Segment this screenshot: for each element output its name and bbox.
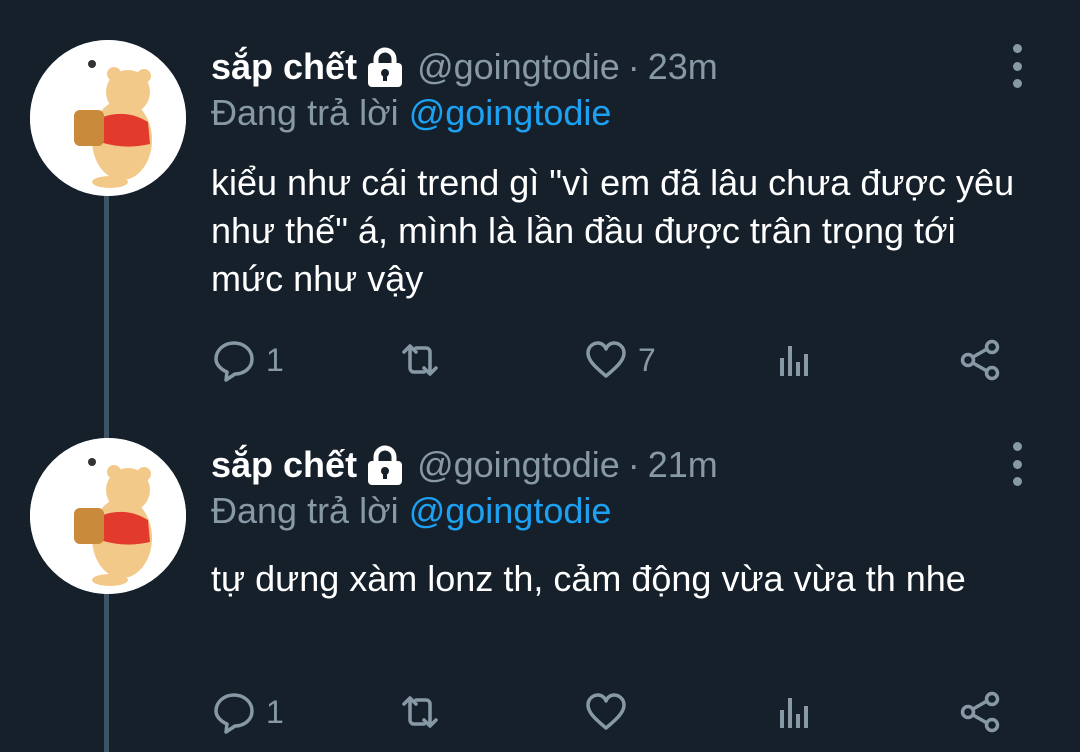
reply-icon <box>214 341 254 382</box>
share-icon <box>960 339 1000 381</box>
avatar-bear-image <box>30 438 186 594</box>
tweet-header: sắp chết @goingtodie · 21m <box>211 440 718 490</box>
analytics-button[interactable] <box>772 690 816 734</box>
retweet-icon <box>402 344 438 376</box>
user-handle[interactable]: @goingtodie <box>417 46 620 88</box>
replying-to: Đang trả lời @goingtodie <box>211 490 611 532</box>
user-handle[interactable]: @goingtodie <box>417 444 620 486</box>
tweet-header: sắp chết @goingtodie · 23m <box>211 42 718 92</box>
share-button[interactable] <box>958 690 1002 734</box>
replying-label: Đang trả lời <box>211 92 399 133</box>
avatar[interactable] <box>30 40 186 196</box>
analytics-icon <box>780 346 808 376</box>
like-count: 7 <box>638 341 656 378</box>
separator-dot: · <box>627 444 640 485</box>
avatar-bear-image <box>30 40 186 196</box>
retweet-button[interactable] <box>398 690 452 734</box>
tweet[interactable]: sắp chết @goingtodie · 21m Đang trả lời … <box>0 438 1080 752</box>
analytics-icon <box>780 698 808 728</box>
reply-button[interactable]: 1 <box>212 338 284 382</box>
timestamp[interactable]: 23m <box>648 46 718 88</box>
tweet-text: tự dưng xàm lonz th, cảm động vừa vừa th… <box>211 558 966 599</box>
tweet-text: kiểu như cái trend gì "vì em đã lâu chưa… <box>211 162 1015 299</box>
separator-dot: · <box>627 46 640 87</box>
like-button[interactable]: 7 <box>584 338 656 382</box>
tweet[interactable]: sắp chết @goingtodie · 23m Đang trả lời … <box>0 40 1080 390</box>
reply-count: 1 <box>266 341 284 378</box>
share-button[interactable] <box>958 338 1002 382</box>
timestamp[interactable]: 21m <box>648 444 718 486</box>
mention-link[interactable]: @goingtodie <box>409 92 612 133</box>
avatar[interactable] <box>30 438 186 594</box>
heart-icon <box>586 693 626 730</box>
retweet-button[interactable] <box>398 338 452 382</box>
lock-icon <box>368 445 403 485</box>
lock-icon <box>368 47 403 87</box>
tweet-actions: 1 7 <box>212 338 1012 382</box>
replying-label: Đang trả lời <box>211 490 399 531</box>
more-vertical-icon[interactable] <box>1002 442 1032 486</box>
mention-link[interactable]: @goingtodie <box>409 490 612 531</box>
share-icon <box>960 691 1000 733</box>
reply-count: 1 <box>266 693 284 730</box>
more-vertical-icon[interactable] <box>1002 44 1032 88</box>
like-button[interactable] <box>584 690 638 734</box>
display-name[interactable]: sắp chết <box>211 46 357 88</box>
tweet-actions: 1 <box>212 690 1012 734</box>
display-name[interactable]: sắp chết <box>211 444 357 486</box>
heart-icon <box>586 341 626 378</box>
analytics-button[interactable] <box>772 338 816 382</box>
retweet-icon <box>402 696 438 728</box>
replying-to: Đang trả lời @goingtodie <box>211 92 611 134</box>
reply-icon <box>214 693 254 734</box>
reply-button[interactable]: 1 <box>212 690 284 734</box>
